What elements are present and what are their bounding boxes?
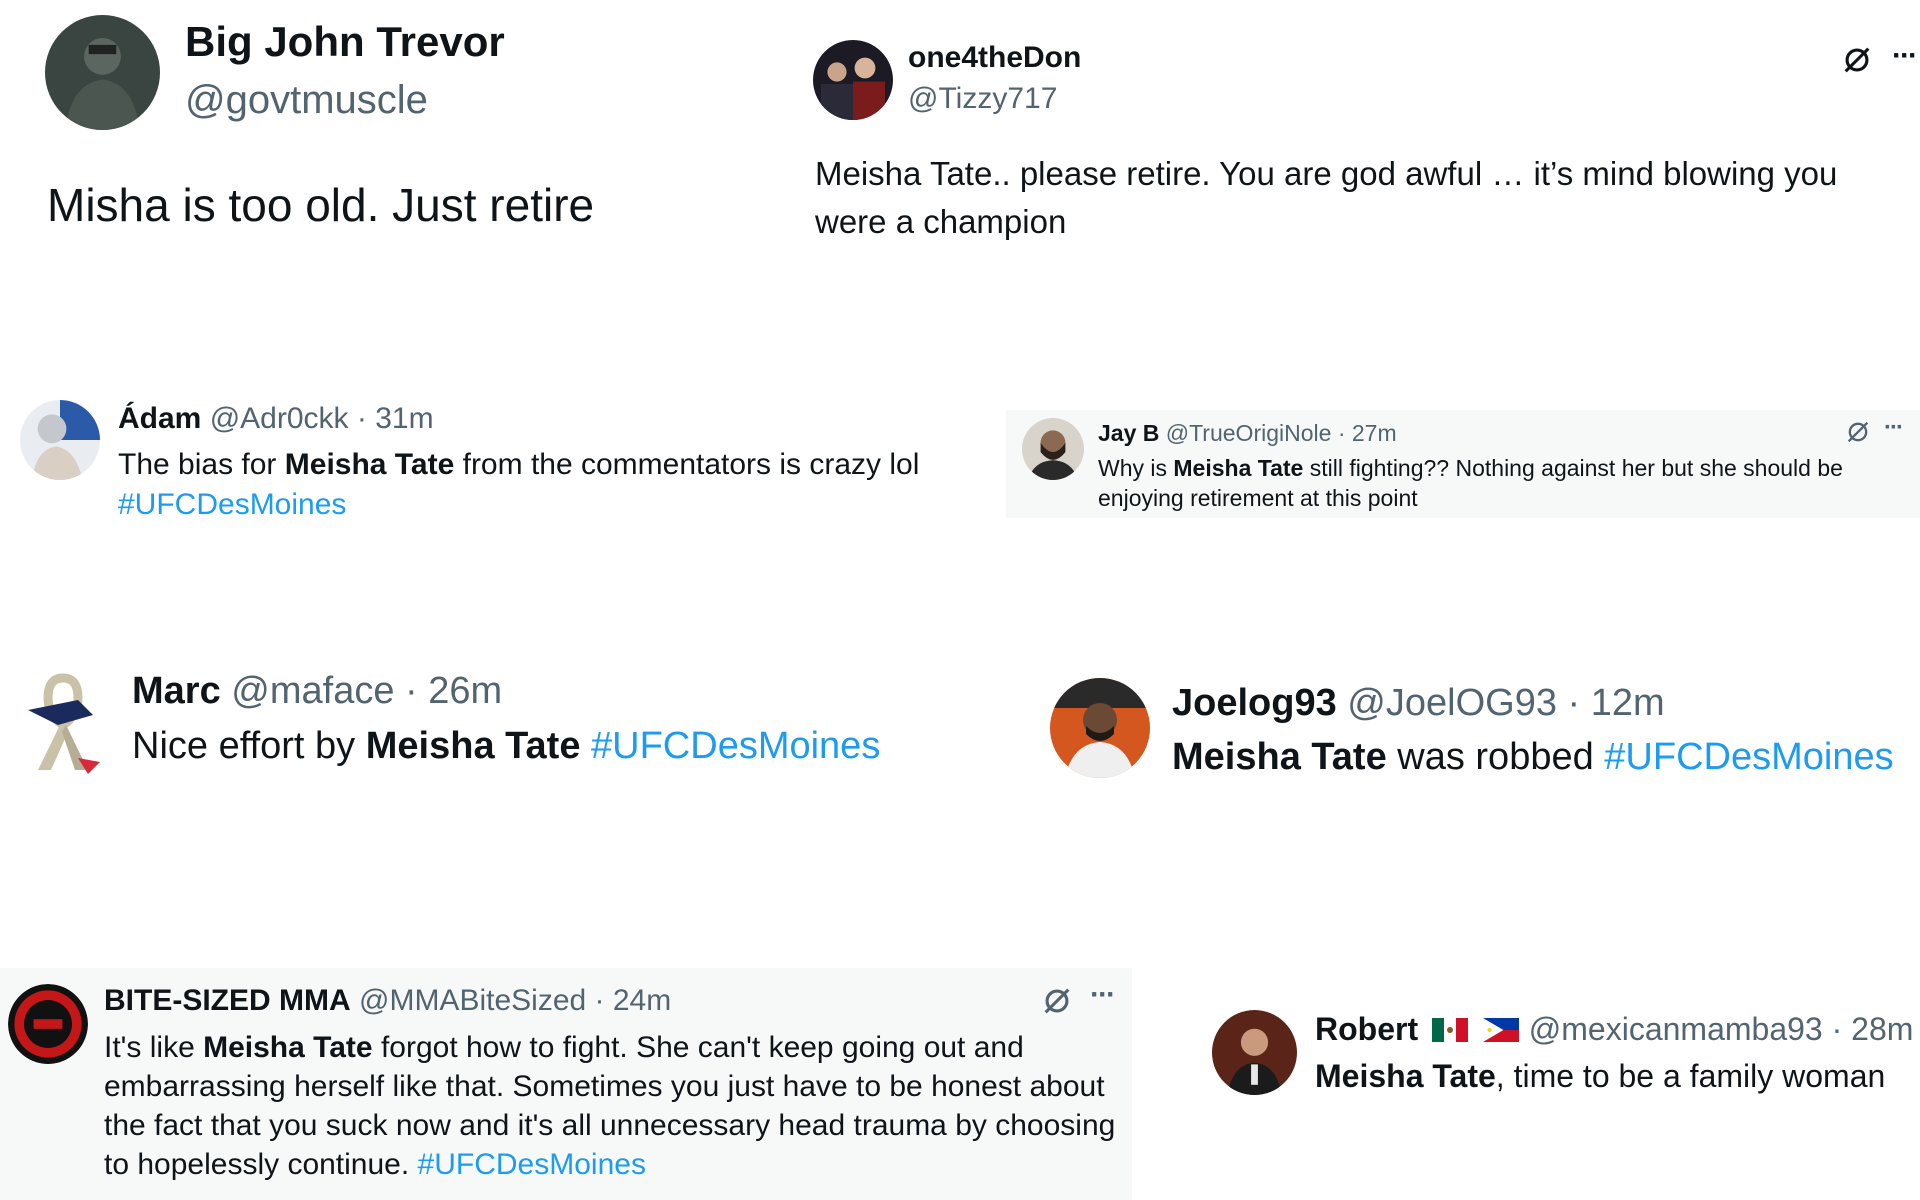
highlight-name: Meisha Tate <box>1172 736 1387 778</box>
display-name[interactable]: Big John Trevor <box>185 18 505 65</box>
separator-dot: · <box>356 402 367 435</box>
tweet-text: It's like Meisha Tate forgot how to figh… <box>104 1031 1116 1181</box>
user-handle[interactable]: @TrueOrigiNole <box>1166 420 1332 446</box>
avatar-image <box>18 670 108 775</box>
tweet-text: Misha is too old. Just retire <box>47 179 595 231</box>
avatar-image <box>20 400 100 480</box>
tweet-card[interactable]: Big John Trevor @govtmuscle Misha is too… <box>0 0 780 300</box>
highlight-name: Meisha Tate <box>365 725 581 767</box>
highlight-name: Meisha Tate <box>1315 1058 1496 1094</box>
user-handle[interactable]: @MMABiteSized <box>359 984 586 1017</box>
tweet-text: Nice effort by Meisha Tate #UFCDesMoines <box>132 725 881 767</box>
hashtag-link[interactable]: #UFCDesMoines <box>591 725 880 767</box>
tweet-card[interactable]: BITE-SIZED MMA @MMABiteSized · 24m ··· I… <box>0 968 1132 1200</box>
separator-dot: · <box>405 670 418 712</box>
more-icon[interactable]: ··· <box>1884 414 1904 442</box>
avatar[interactable] <box>45 15 160 130</box>
user-handle[interactable]: @mexicanmamba93 <box>1529 1011 1823 1047</box>
timestamp[interactable]: 28m <box>1851 1011 1913 1047</box>
avatar-image <box>1212 1010 1297 1095</box>
hashtag-link[interactable]: #UFCDesMoines <box>418 1148 646 1181</box>
grok-icon[interactable] <box>1840 43 1874 77</box>
hashtag-link[interactable]: #UFCDesMoines <box>118 488 346 521</box>
avatar[interactable] <box>20 400 100 480</box>
avatar-image <box>8 984 88 1064</box>
display-name[interactable]: Marc <box>132 670 221 712</box>
display-name[interactable]: Ádam <box>118 402 201 435</box>
tweet-text: Meisha Tate.. please retire. You are god… <box>815 155 1838 240</box>
timestamp[interactable]: 31m <box>375 402 433 435</box>
display-name[interactable]: Robert <box>1315 1011 1418 1047</box>
tweet-text: Meisha Tate, time to be a family woman <box>1315 1058 1886 1094</box>
tweet-card[interactable]: Ádam @Adr0ckk · 31m The bias for Meisha … <box>0 390 990 530</box>
separator-dot: · <box>1831 1011 1843 1047</box>
user-handle[interactable]: @govtmuscle <box>185 78 428 122</box>
display-name[interactable]: Joelog93 <box>1172 682 1337 724</box>
avatar-image <box>45 15 160 130</box>
display-name[interactable]: Jay B <box>1098 420 1159 446</box>
user-handle[interactable]: @Tizzy717 <box>908 82 1057 115</box>
tweet-card[interactable]: one4theDon @Tizzy717 ··· Meisha Tate.. p… <box>800 25 1920 255</box>
user-handle[interactable]: @maface <box>231 670 394 712</box>
avatar[interactable] <box>18 670 108 775</box>
more-icon[interactable]: ··· <box>1090 978 1116 1012</box>
separator-dot: · <box>594 984 605 1017</box>
highlight-name: Meisha Tate <box>203 1031 373 1064</box>
grok-icon[interactable] <box>1844 418 1872 446</box>
tweet-card[interactable]: Robert @mexicanmamba93 · 28m Meisha Tate… <box>1200 995 1920 1135</box>
tweet-text: Meisha Tate was robbed #UFCDesMoines <box>1172 736 1894 778</box>
mexico-flag-icon <box>1431 1013 1469 1050</box>
user-handle[interactable]: @Adr0ckk <box>210 402 349 435</box>
tweet-card[interactable]: Jay B @TrueOrigiNole · 27m ··· Why is Me… <box>1006 410 1920 518</box>
separator-dot: · <box>1337 420 1346 446</box>
avatar[interactable] <box>813 40 893 120</box>
timestamp[interactable]: 27m <box>1352 420 1397 446</box>
user-handle[interactable]: @JoelOG93 <box>1347 682 1557 724</box>
display-name[interactable]: one4theDon <box>908 41 1081 74</box>
avatar[interactable] <box>1022 418 1084 480</box>
hashtag-link[interactable]: #UFCDesMoines <box>1604 736 1893 778</box>
timestamp[interactable]: 26m <box>428 670 502 712</box>
avatar[interactable] <box>8 984 88 1064</box>
tweet-text: The bias for Meisha Tate from the commen… <box>118 448 920 521</box>
display-name[interactable]: BITE-SIZED MMA <box>104 984 351 1017</box>
tweet-text: Why is Meisha Tate still fighting?? Noth… <box>1098 455 1843 511</box>
avatar-image <box>1050 678 1150 778</box>
tweet-card[interactable]: Marc @maface · 26m Nice effort by Meisha… <box>0 660 990 780</box>
avatar[interactable] <box>1212 1010 1297 1095</box>
timestamp[interactable]: 24m <box>613 984 671 1017</box>
highlight-name: Meisha Tate <box>284 448 455 481</box>
avatar-image <box>1022 418 1084 480</box>
separator-dot: · <box>1567 682 1581 724</box>
avatar[interactable] <box>1050 678 1150 778</box>
philippines-flag-icon <box>1482 1013 1520 1050</box>
timestamp[interactable]: 12m <box>1591 682 1665 724</box>
highlight-name: Meisha Tate <box>1173 455 1304 481</box>
more-icon[interactable]: ··· <box>1892 39 1918 73</box>
avatar-image <box>813 40 893 120</box>
grok-icon[interactable] <box>1040 984 1074 1018</box>
tweet-card[interactable]: Joelog93 @JoelOG93 · 12m Meisha Tate was… <box>1040 670 1920 790</box>
